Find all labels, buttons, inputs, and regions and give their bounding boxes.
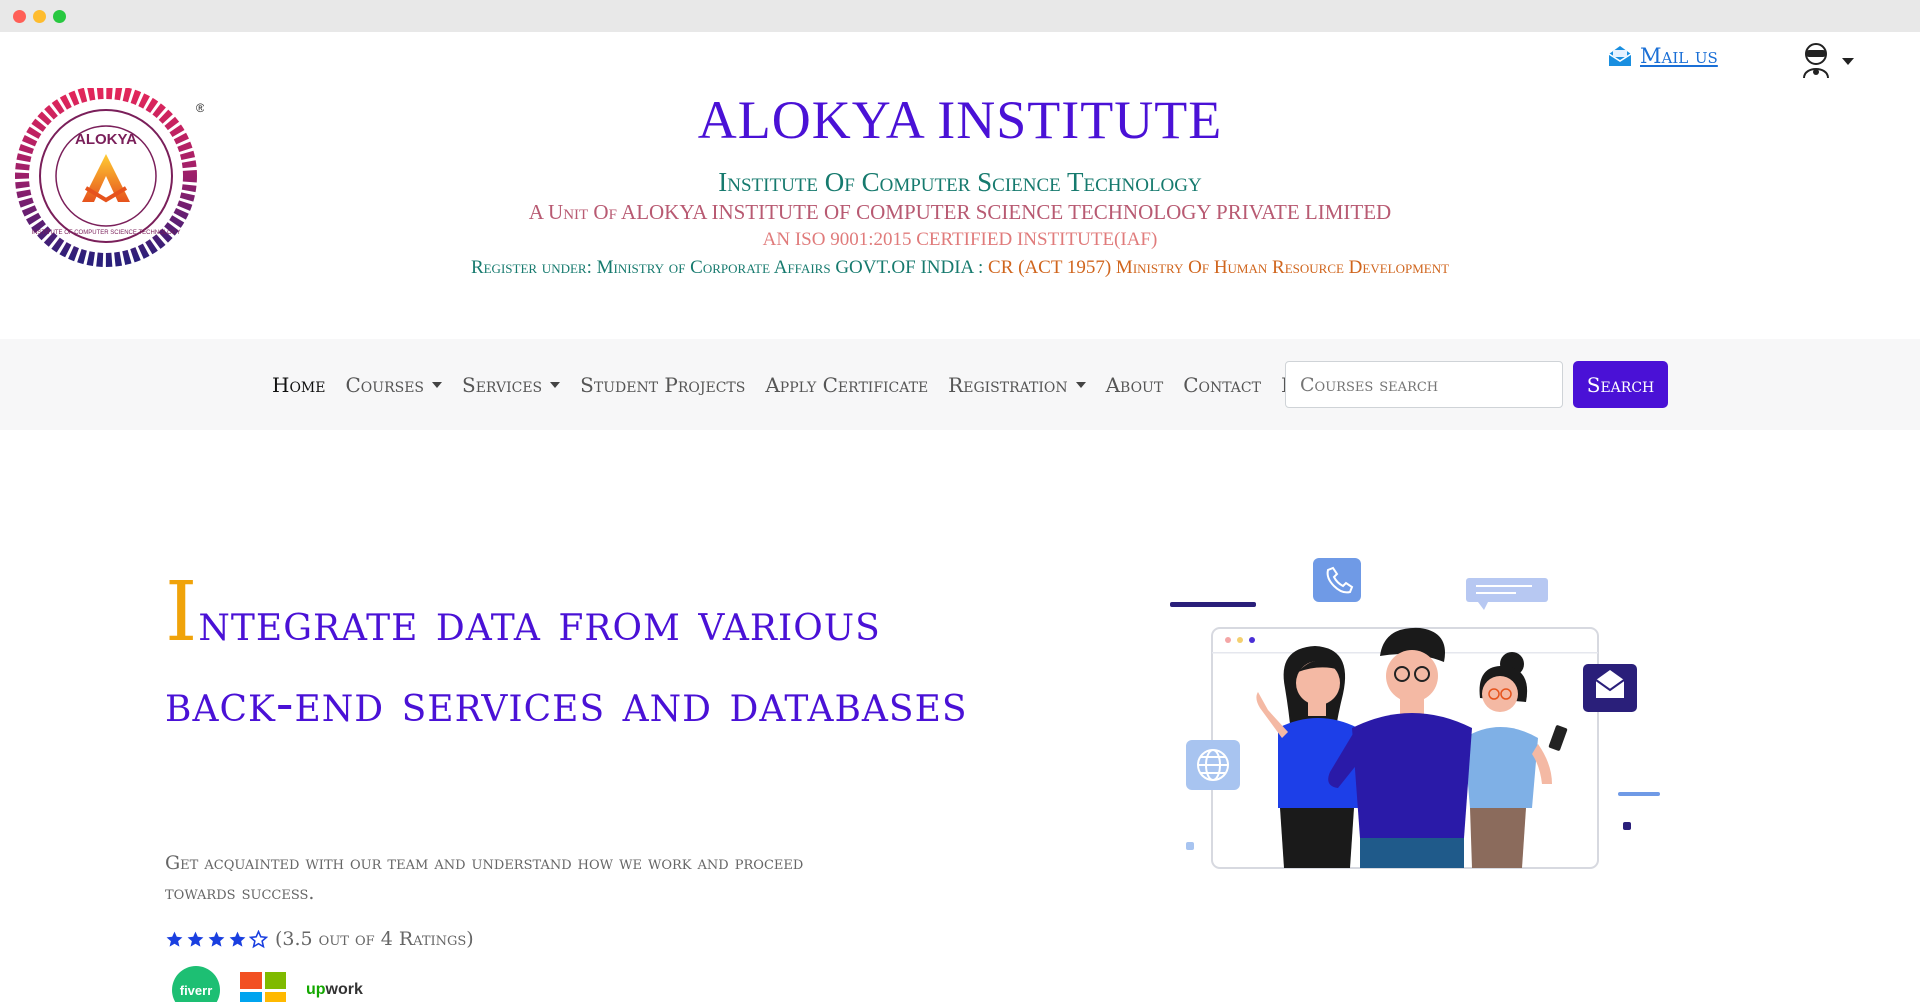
registration-ministry: Register under: Ministry of Corporate Af… — [470, 257, 989, 278]
envelope-icon — [1583, 664, 1637, 712]
nav-item-courses[interactable]: Courses — [335, 373, 452, 397]
rating-block: (3.5 out of 4 Ratings) — [165, 928, 474, 950]
maximize-window-button[interactable] — [53, 10, 66, 23]
caret-down-icon — [550, 381, 561, 388]
nav-item-label: Student Projects — [580, 372, 746, 397]
hero-title-initial: I — [165, 565, 199, 660]
mail-icon — [1608, 46, 1632, 66]
nav-item-apply-certificate[interactable]: Apply Certificate — [755, 373, 938, 397]
caret-down-icon — [432, 381, 443, 388]
iso-certification: AN ISO 9001:2015 CERTIFIED INSTITUTE(IAF… — [762, 229, 1158, 250]
mail-us-label: Mail us — [1640, 44, 1718, 68]
main-navbar: Home Courses Services Student Projects Apply… — [0, 339, 1920, 430]
nav-item-label: Services — [462, 372, 543, 397]
nav-item-services[interactable]: Services — [452, 373, 570, 397]
institute-logo: ALOKYA INSTITUTE OF COMPUTER SCIENCE TEC… — [15, 88, 204, 267]
upwork-logo: upwork — [306, 981, 363, 998]
star-icon — [187, 931, 204, 947]
nav-item-label: Home — [272, 372, 326, 397]
registration-act: CR (ACT 1957) Ministry Of Human Resource… — [988, 257, 1450, 278]
hero-title: Integrate data from various back-end ser… — [165, 572, 1025, 745]
star-icon — [249, 929, 268, 948]
nav-item-about[interactable]: About — [1096, 373, 1174, 397]
institute-title: ALOKYA INSTITUTE — [697, 90, 1223, 150]
rating-text: (3.5 out of 4 Ratings) — [275, 928, 474, 950]
chat-icon — [1466, 578, 1548, 610]
star-icon — [166, 931, 183, 947]
hero-description: Get acquainted with our team and underst… — [165, 852, 804, 904]
nav-item-contact[interactable]: Contact — [1173, 373, 1271, 397]
microsoft-logo — [240, 972, 286, 1002]
nav-item-label: Registration — [948, 372, 1068, 397]
mail-us-link[interactable]: Mail us — [1608, 44, 1718, 68]
window-titlebar — [0, 0, 1920, 32]
nav-item-label: Courses — [345, 372, 425, 397]
courses-search-input[interactable] — [1285, 361, 1563, 408]
nav-item-home[interactable]: Home — [262, 373, 335, 397]
caret-down-icon — [1842, 57, 1854, 65]
user-menu[interactable] — [1800, 42, 1854, 80]
institute-subtitle: Institute Of Computer Science Technology — [718, 167, 1202, 197]
search-button[interactable]: Search — [1573, 361, 1668, 408]
fiverr-logo: fiverr — [172, 966, 220, 1002]
phone-icon — [1313, 558, 1361, 602]
nav-item-student-projects[interactable]: Student Projects — [570, 373, 755, 397]
partner-logos: fiverr upwork — [172, 966, 363, 1002]
svg-text:ALOKYA: ALOKYA — [75, 131, 137, 148]
institute-header: ALOKYA INSTITUTE Institute Of Computer S… — [440, 88, 1480, 282]
globe-icon — [1186, 740, 1240, 790]
svg-text:®: ® — [196, 101, 204, 115]
hero-title-rest: ntegrate data from various back-end serv… — [165, 593, 968, 734]
nav-menu: Home Courses Services Student Projects Apply… — [262, 339, 1338, 430]
rating-stars — [165, 929, 268, 949]
nav-item-registration[interactable]: Registration — [938, 373, 1095, 397]
nav-item-label: Apply Certificate — [765, 372, 929, 397]
registration-line: Register under: Ministry of Corporate Af… — [440, 254, 1480, 282]
team-illustration — [1170, 558, 1660, 869]
star-icon — [208, 931, 225, 947]
nav-item-label: About — [1105, 372, 1164, 397]
close-window-button[interactable] — [13, 10, 26, 23]
svg-text:INSTITUTE OF COMPUTER SCIENCE: INSTITUTE OF COMPUTER SCIENCE TECHNOLOGY — [32, 230, 181, 236]
user-avatar-icon — [1803, 43, 1829, 79]
institute-unit-line: A Unit Of ALOKYA INSTITUTE OF COMPUTER S… — [528, 200, 1392, 224]
caret-down-icon — [1075, 381, 1086, 388]
star-icon — [229, 931, 246, 947]
minimize-window-button[interactable] — [33, 10, 46, 23]
nav-item-label: Contact — [1183, 372, 1261, 397]
